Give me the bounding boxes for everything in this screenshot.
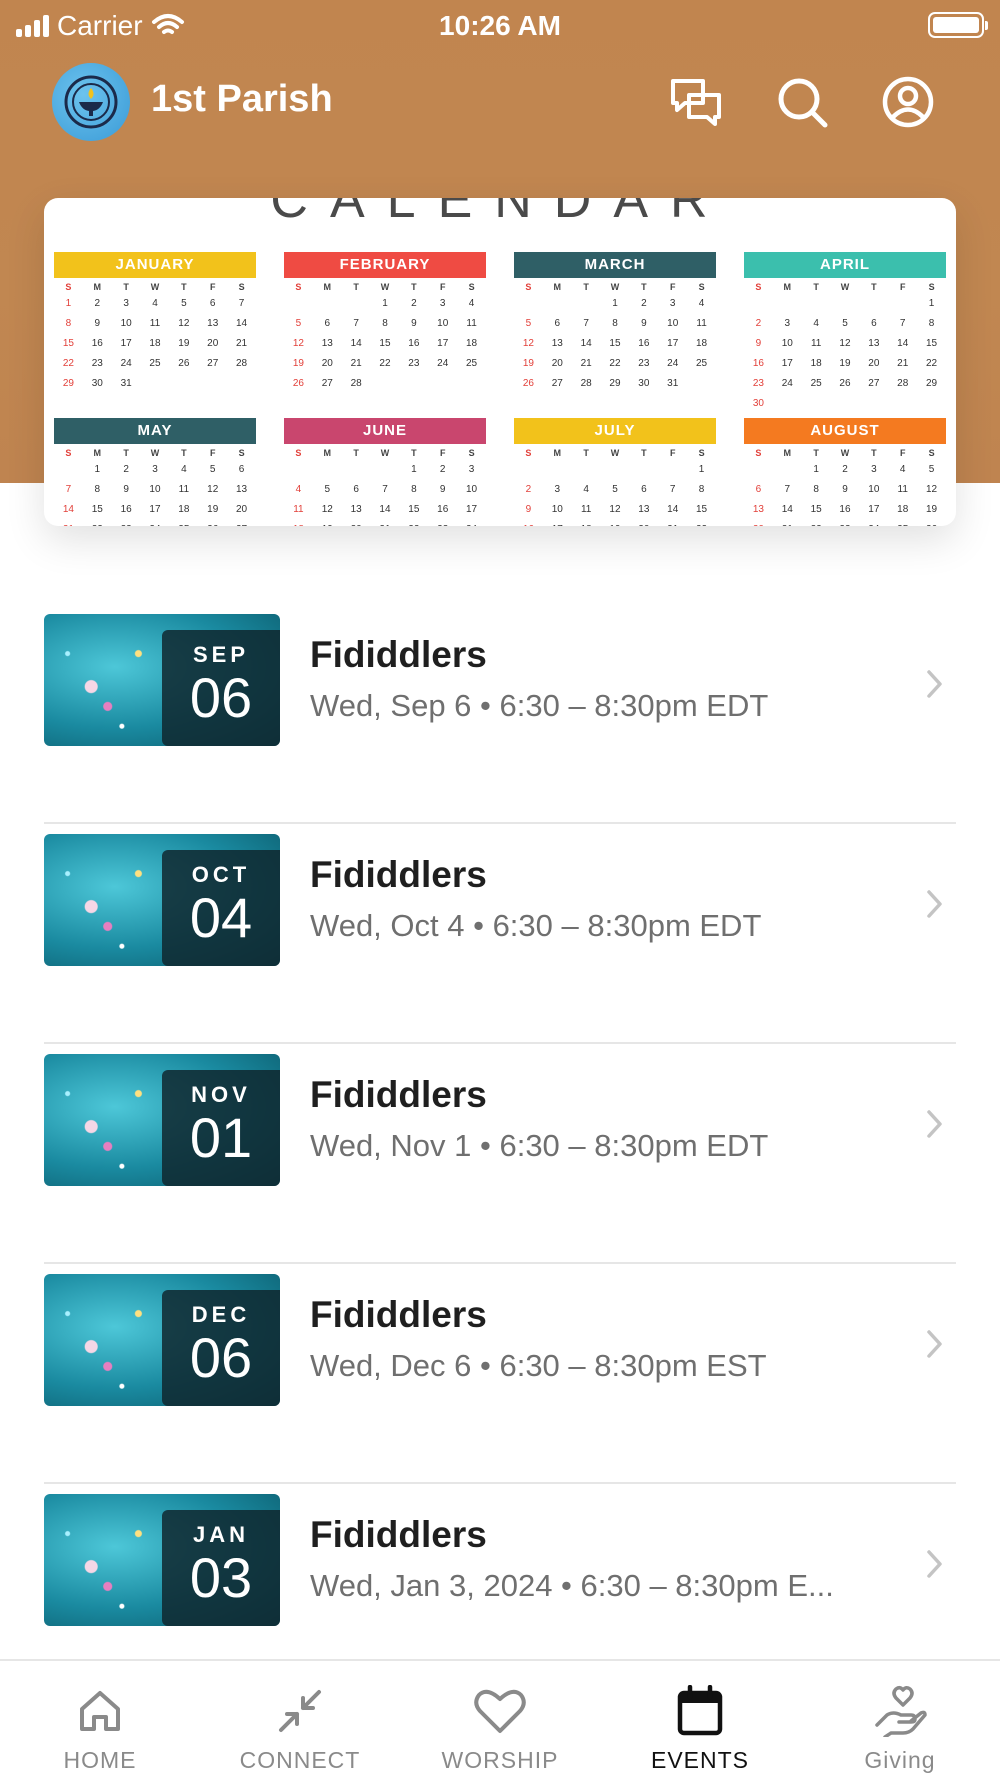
event-thumbnail: SEP 06 xyxy=(44,614,280,746)
event-datetime: Wed, Dec 6 • 6:30 – 8:30pm EST xyxy=(310,1348,767,1383)
calendar-month-name: APRIL xyxy=(744,252,946,278)
date-badge-day: 04 xyxy=(189,886,253,949)
search-icon[interactable] xyxy=(774,74,830,130)
status-bar: Carrier 10:26 AM xyxy=(0,0,1000,50)
event-title: Fididdlers xyxy=(310,854,487,895)
calendar-month-grid: SMTWTFS123456789101112131415161718192021… xyxy=(293,448,478,526)
home-icon xyxy=(72,1683,128,1739)
event-row[interactable]: SEP 06 Fididdlers Wed, Sep 6 • 6:30 – 8:… xyxy=(44,604,956,824)
chevron-right-icon xyxy=(927,1330,942,1358)
calendar-month: JULY SMTWTFS12345678910111213141516171819… xyxy=(514,418,716,526)
heart-icon xyxy=(472,1683,528,1739)
calendar-month: FEBRUARY S M T W T F S 1 2 3 4 5 6 7 8 9 10 11 12 13 14 15 16 17… xyxy=(284,252,486,394)
date-badge-month: NOV xyxy=(191,1082,251,1107)
battery-icon xyxy=(928,12,988,38)
event-datetime: Wed, Sep 6 • 6:30 – 8:30pm EDT xyxy=(310,688,769,723)
event-datetime: Wed, Nov 1 • 6:30 – 8:30pm EDT xyxy=(310,1128,769,1163)
calendar-month-name: FEBRUARY xyxy=(284,252,486,278)
tab-label: HOME xyxy=(63,1747,137,1773)
date-badge-month: JAN xyxy=(192,1522,249,1547)
hero-calendar-image: CALENDAR JANUARY S M T W T F S 1 2 3 4 5 6 7 8 9 10 11 12 13… xyxy=(44,198,956,526)
date-badge-day: 03 xyxy=(189,1546,253,1609)
chalice-icon xyxy=(64,75,118,129)
chevron-right-icon xyxy=(927,890,942,918)
event-thumbnail: DEC 06 xyxy=(44,1274,280,1406)
date-badge: NOV 01 xyxy=(162,1070,280,1186)
calendar-month-name: AUGUST xyxy=(744,418,946,444)
calendar-month: JUNE SMTWTFS12345678910111213141516171819… xyxy=(284,418,486,526)
giving-icon xyxy=(872,1683,928,1739)
connect-icon xyxy=(272,1683,328,1739)
calendar-month-grid: SMTWTFS123456789101112131415161718192021… xyxy=(62,282,248,389)
app-title: 1st Parish xyxy=(151,78,333,120)
calendar-month: MARCH S M T W T F S 1 2 3 4 5 6 7 8 9 10 11 12 13 14 15 16 17 18 1… xyxy=(514,252,716,394)
events-list: SEP 06 Fididdlers Wed, Sep 6 • 6:30 – 8:… xyxy=(44,604,956,1704)
date-badge-day: 06 xyxy=(189,1326,253,1389)
tab-label: WORSHIP xyxy=(441,1747,559,1773)
date-badge: OCT 04 xyxy=(162,850,280,966)
calendar-month: JANUARY S M T W T F S 1 2 3 4 5 6 7 8 9 10 11 12 13 14 15 16 17 1… xyxy=(54,252,256,394)
event-thumbnail: JAN 03 xyxy=(44,1494,280,1626)
date-badge: JAN 03 xyxy=(162,1510,280,1626)
clock: 10:26 AM xyxy=(439,10,561,41)
date-badge: SEP 06 xyxy=(162,630,280,746)
profile-icon[interactable] xyxy=(880,74,936,130)
event-row[interactable]: OCT 04 Fididdlers Wed, Oct 4 • 6:30 – 8:… xyxy=(44,824,956,1044)
parish-logo[interactable] xyxy=(52,63,130,141)
calendar-month-name: JULY xyxy=(514,418,716,444)
calendar-month-grid: SMTWTFS123456789101112131415161718192021… xyxy=(292,282,478,389)
calendar-month: APRIL S M T W T F S 1 2 3 4 5 6 7 8 9 10 11 12 13 14 15 16 17 18 1… xyxy=(744,252,946,414)
date-badge-month: OCT xyxy=(191,862,251,887)
tab-giving[interactable]: Giving xyxy=(800,1661,1000,1778)
tab-home[interactable]: HOME xyxy=(0,1661,200,1778)
date-badge-day: 01 xyxy=(189,1106,253,1169)
event-datetime: Wed, Oct 4 • 6:30 – 8:30pm EDT xyxy=(310,908,762,943)
tab-connect[interactable]: CONNECT xyxy=(200,1661,400,1778)
event-thumbnail: OCT 04 xyxy=(44,834,280,966)
calendar-month-grid: SMTWTFS123456789101112131415161718192021… xyxy=(523,448,708,526)
chevron-right-icon xyxy=(927,1110,942,1138)
tab-events[interactable]: EVENTS xyxy=(600,1661,800,1778)
calendar-month: AUGUST S M T W T F S 1 2 3 4 5 6 7 8 9 10 11 12 13 14 15 16 17 18… xyxy=(744,418,946,526)
calendar-month-name: MARCH xyxy=(514,252,716,278)
event-title: Fididdlers xyxy=(310,1074,487,1115)
event-title: Fididdlers xyxy=(310,1514,487,1555)
tab-bar: HOME CONNECT WORSHIP EVENTS Giving xyxy=(0,1659,1000,1778)
chevron-right-icon xyxy=(927,670,942,698)
calendar-month: MAY S M T W T F S 1 2 3 4 5 6 7 8 9 10 11 12 13 14 15 16 17 18 19 2… xyxy=(54,418,256,526)
event-row[interactable]: NOV 01 Fididdlers Wed, Nov 1 • 6:30 – 8:… xyxy=(44,1044,956,1264)
event-thumbnail: NOV 01 xyxy=(44,1054,280,1186)
calendar-month-grid: SMTWTFS123456789101112131415161718192021… xyxy=(752,282,938,409)
event-title: Fididdlers xyxy=(310,634,487,675)
calendar-icon xyxy=(672,1683,728,1739)
tab-label: CONNECT xyxy=(239,1747,361,1773)
event-title: Fididdlers xyxy=(310,1294,487,1335)
date-badge-month: DEC xyxy=(191,1302,251,1327)
calendar-month-grid: SMTWTFS123456789101112131415161718192021… xyxy=(62,448,248,526)
calendar-month-name: MAY xyxy=(54,418,256,444)
chat-icon[interactable] xyxy=(668,74,724,130)
tab-label: EVENTS xyxy=(650,1747,750,1773)
event-row[interactable]: DEC 06 Fididdlers Wed, Dec 6 • 6:30 – 8:… xyxy=(44,1264,956,1484)
calendar-month-name: JANUARY xyxy=(54,252,256,278)
date-badge-month: SEP xyxy=(192,642,250,667)
tab-label: Giving xyxy=(864,1747,936,1773)
hero-title: CALENDAR xyxy=(270,198,730,229)
calendar-month-name: JUNE xyxy=(284,418,486,444)
date-badge: DEC 06 xyxy=(162,1290,280,1406)
event-datetime: Wed, Jan 3, 2024 • 6:30 – 8:30pm E... xyxy=(310,1568,834,1603)
calendar-month-grid: SMTWTFS123456789101112131415161718192021… xyxy=(522,282,708,389)
calendar-month-grid: SMTWTFS123456789101112131415161718192021… xyxy=(752,448,938,526)
tab-worship[interactable]: WORSHIP xyxy=(400,1661,600,1778)
chevron-right-icon xyxy=(927,1550,942,1578)
app-bar: 1st Parish xyxy=(0,56,1000,146)
date-badge-day: 06 xyxy=(189,666,253,729)
